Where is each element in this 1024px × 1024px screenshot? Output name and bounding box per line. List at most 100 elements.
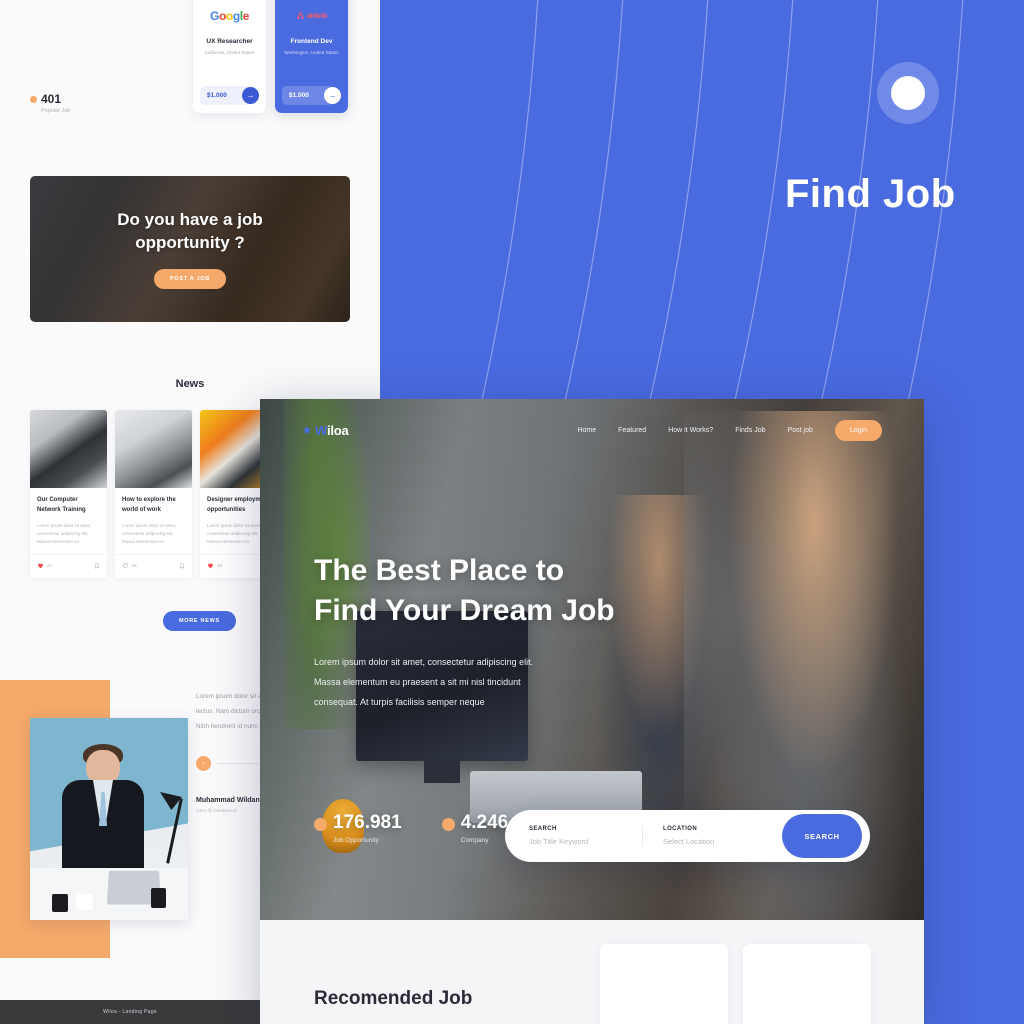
hero-stat-value: 4.246 [460, 812, 509, 833]
hero-paragraph-line1: Lorem ipsum dolor sit amet, consectetur … [314, 657, 534, 668]
site-logo[interactable]: Wiloa [302, 423, 349, 438]
job-card-footer: $1.000 → [200, 86, 259, 105]
hero-stat-value: 176.981 [333, 812, 402, 833]
hero-stat-text: 4.246 Company [461, 813, 509, 844]
hero-section: Wiloa Home Featured How it Works? Finds … [260, 399, 924, 920]
news-card-title: How to explore the world of work [122, 497, 176, 513]
news-card-description: Lorem ipsum dolor sit amet, consectetur … [37, 523, 92, 545]
search-location-field[interactable]: LOCATION Select Location [642, 826, 782, 846]
news-card[interactable]: Our Computer Network Training Lorem ipsu… [30, 410, 107, 578]
recommended-job-section: Recomended Job [260, 920, 924, 1024]
poster-circle-decoration [877, 62, 939, 124]
search-keyword-label: SEARCH [529, 826, 557, 832]
news-card-image [30, 410, 107, 488]
news-card-like-count: 51 [132, 563, 138, 569]
news-card-description: Lorem ipsum dolor sit amet, consectetur … [122, 523, 177, 545]
job-card-airbnb[interactable]: airbnb Frontend Dev Washington, United S… [275, 0, 348, 113]
photo-cup-dark-right [151, 888, 166, 908]
hero-stat-label: Company [460, 837, 489, 844]
testimonial-photo [30, 718, 188, 920]
photo-cup-dark [52, 894, 68, 912]
post-job-headline-line1: Do you have a job [117, 210, 263, 230]
search-button[interactable]: SEARCH [782, 814, 862, 858]
site-navbar: Wiloa Home Featured How it Works? Finds … [260, 399, 924, 461]
job-card-location: Washington, United States [284, 50, 339, 55]
job-search-bar: SEARCH Job Title Keyword LOCATION Select… [505, 810, 870, 862]
nav-item-post-job[interactable]: Post job [788, 427, 813, 434]
nav-item-finds-job[interactable]: Finds Job [735, 427, 765, 434]
hero-headline-line1: The Best Place to [314, 554, 565, 587]
hero-stats: 176.981 Job Opportunity 4.246 Company [314, 813, 508, 844]
news-card-list: Our Computer Network Training Lorem ipsu… [30, 410, 277, 578]
news-card-body: Our Computer Network Training Lorem ipsu… [30, 488, 107, 554]
airbnb-mark-icon [297, 12, 304, 19]
news-card-like-count: 48 [217, 563, 223, 569]
news-card-likes[interactable]: 24 [37, 562, 52, 569]
popular-job-stat-row: 401 [30, 92, 70, 106]
job-card-footer: $1.000 → [282, 86, 341, 105]
job-card-title: Frontend Dev [290, 38, 333, 45]
news-heading: News [175, 378, 205, 390]
news-card-image [115, 410, 192, 488]
search-keyword-input[interactable]: Job Title Keyword [529, 837, 642, 846]
arrow-right-icon[interactable]: → [324, 87, 341, 104]
poster-circle-inner [891, 76, 925, 110]
hero-stat-company: 4.246 Company [441, 813, 509, 844]
poster-title: Find Job [785, 172, 956, 216]
left-mock-footer-label: Wiloa - Landing Page [103, 1009, 157, 1015]
job-card-title: UX Researcher [206, 38, 253, 45]
news-card-footer: 24 [30, 553, 107, 578]
photo-cup-white [76, 894, 93, 910]
hero-stat-label: Job Opportunity [333, 837, 379, 844]
recommended-job-card[interactable] [743, 944, 871, 1024]
post-job-headline-line2: opportunity ? [135, 233, 245, 252]
hero-stat-job-opportunity: 176.981 Job Opportunity [314, 813, 402, 844]
nav-item-how-it-works[interactable]: How it Works? [668, 427, 713, 434]
heart-filled-icon [38, 563, 43, 569]
testimonial-prev-icon[interactable]: ‹ [196, 756, 211, 772]
nav-item-featured[interactable]: Featured [618, 427, 646, 434]
news-card-likes[interactable]: 48 [207, 562, 222, 569]
bookmark-icon[interactable] [179, 562, 185, 570]
stat-dot-icon [441, 818, 455, 831]
post-job-banner: Do you have a job opportunity ? POST A J… [30, 176, 350, 322]
job-card-google[interactable]: Google UX Researcher California, United … [193, 0, 266, 113]
news-card-footer: 51 [115, 553, 192, 578]
left-mock-footer: Wiloa - Landing Page [0, 1000, 260, 1024]
bookmark-icon[interactable] [94, 562, 100, 570]
news-card-title: Our Computer Network Training [37, 497, 86, 513]
stat-bullet-icon [30, 95, 37, 103]
job-card-location: California, United States [204, 50, 255, 55]
hero-paragraph-line3: consequat. At turpis facilisis semper ne… [314, 696, 485, 707]
search-location-label: LOCATION [663, 826, 698, 832]
arrow-right-icon[interactable]: → [242, 87, 259, 104]
popular-job-label: Popular Job [41, 108, 71, 114]
google-logo: Google [210, 9, 249, 23]
news-card-body: How to explore the world of work Lorem i… [115, 488, 192, 554]
news-card[interactable]: How to explore the world of work Lorem i… [115, 410, 192, 578]
site-mockup: Wiloa Home Featured How it Works? Finds … [260, 399, 924, 1024]
hero-paragraph: Lorem ipsum dolor sit amet, consectetur … [314, 653, 615, 712]
news-card-like-count: 24 [47, 563, 53, 569]
hero-headline-line2: Find Your Dream Job [314, 594, 615, 628]
screenshot-canvas: Find Job Google UX Researcher California… [0, 0, 1024, 1024]
site-nav-links: Home Featured How it Works? Finds Job Po… [577, 419, 882, 441]
popular-job-count: 401 [41, 92, 62, 106]
news-card-likes[interactable]: 51 [122, 562, 137, 569]
logo-rest: iloa [326, 422, 349, 438]
search-location-input[interactable]: Select Location [663, 837, 782, 846]
airbnb-logo: airbnb [296, 8, 327, 24]
search-keyword-field[interactable]: SEARCH Job Title Keyword [529, 826, 642, 846]
nav-item-home[interactable]: Home [577, 427, 596, 434]
login-button[interactable]: Login [834, 419, 882, 441]
heart-outline-icon [122, 563, 129, 569]
post-a-job-button[interactable]: POST A JOB [154, 268, 226, 289]
recommended-job-card[interactable] [600, 944, 728, 1024]
more-news-button[interactable]: MORE NEWS [163, 611, 236, 631]
wiloa-mark-icon [302, 425, 312, 434]
hero-stat-text: 176.981 Job Opportunity [333, 813, 402, 844]
hero-copy: The Best Place to Find Your Dream Job Lo… [314, 551, 615, 713]
heart-filled-icon [208, 563, 213, 569]
hero-paragraph-line2: Massa elementum eu praesent a sit mi nis… [314, 677, 521, 688]
logo-highlight: W [315, 422, 327, 438]
